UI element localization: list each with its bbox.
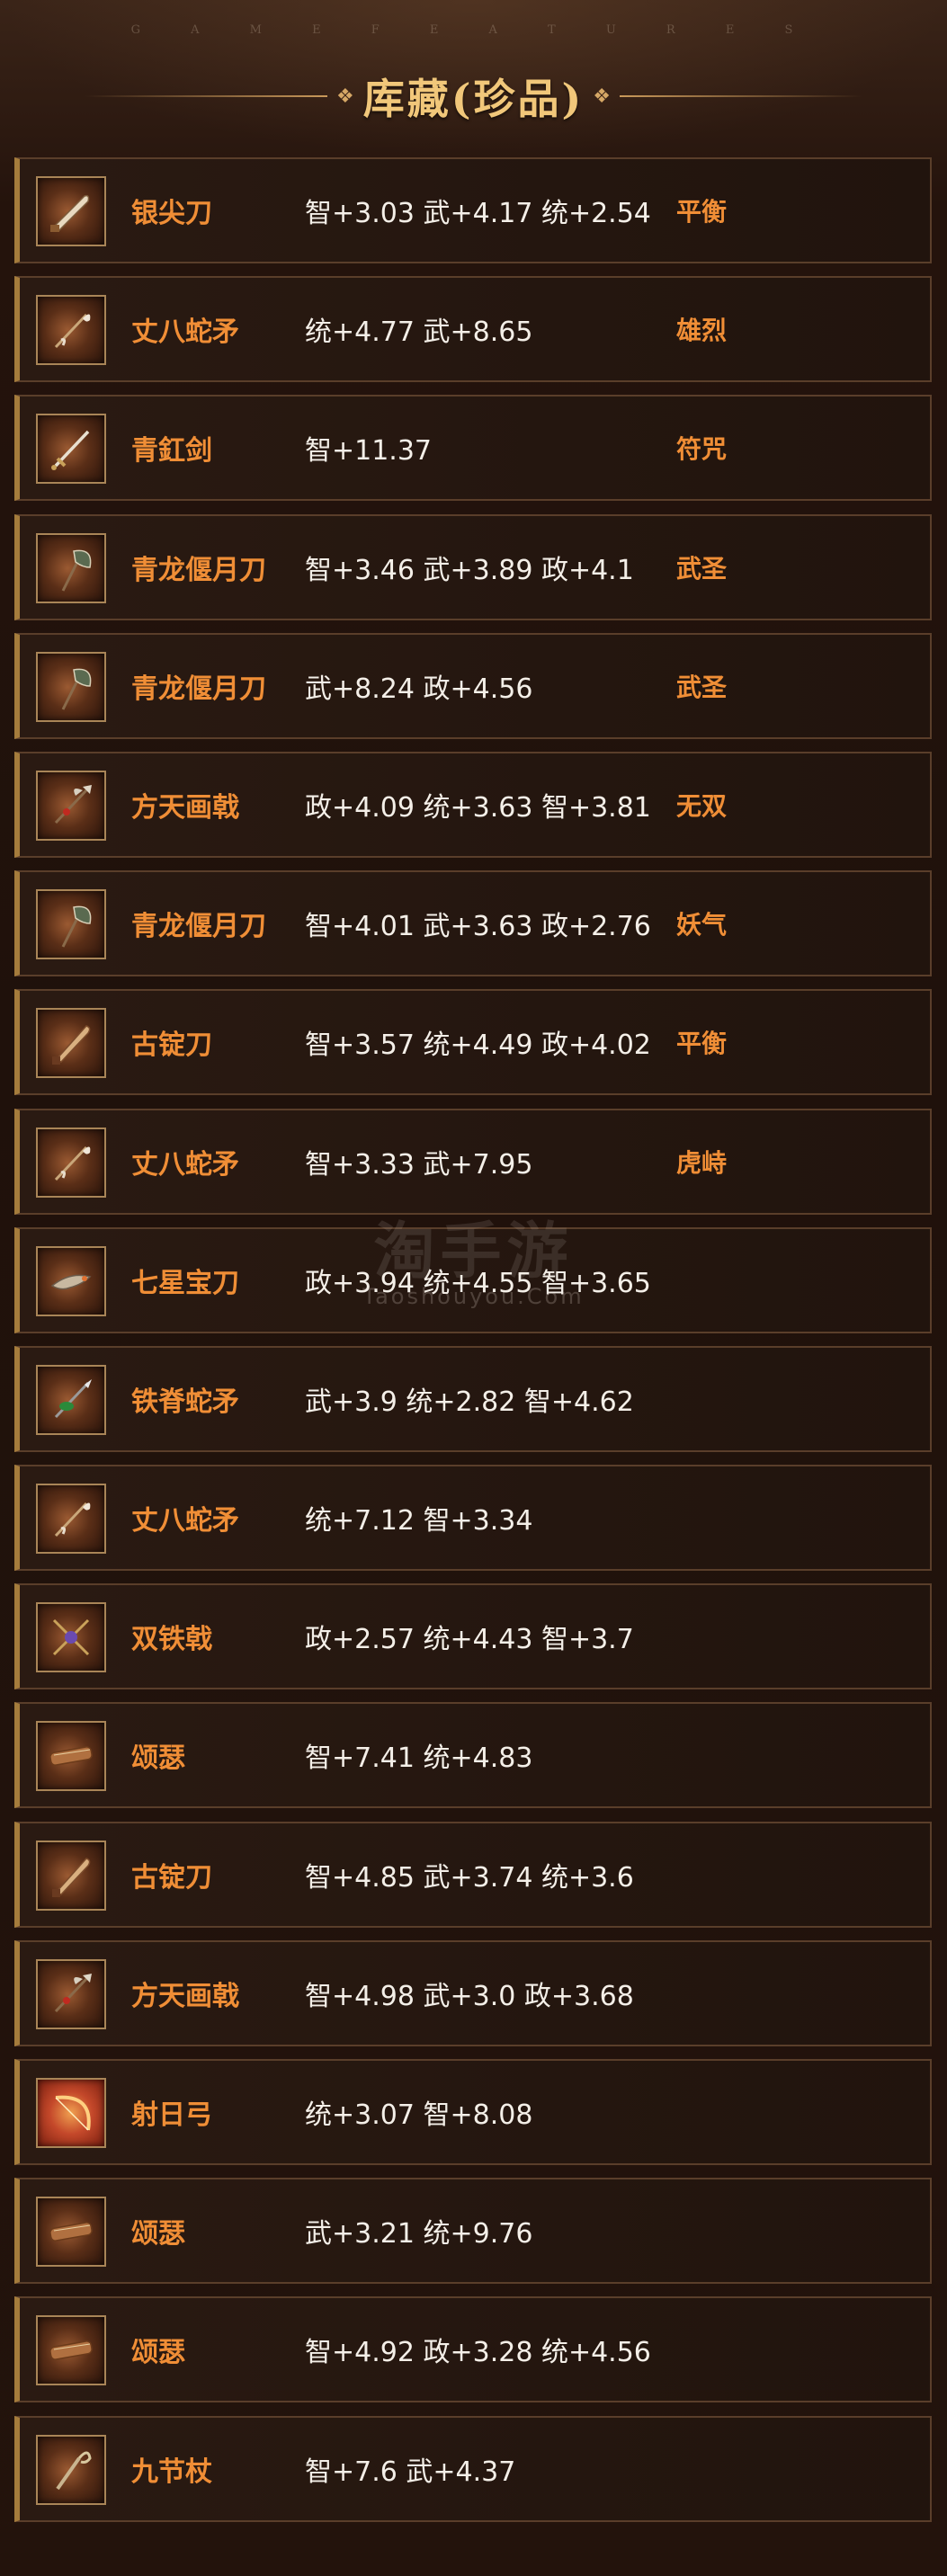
- item-trait: 妖气: [676, 910, 728, 940]
- item-row[interactable]: 射日弓 统+3.07 智+8.08: [14, 2059, 932, 2165]
- item-stats: 智+11.37: [305, 435, 433, 468]
- item-name: 七星宝刀: [131, 1267, 239, 1299]
- twin-halberd-icon: [36, 1602, 106, 1673]
- item-row[interactable]: 丈八蛇矛 统+7.12 智+3.34: [14, 1465, 932, 1572]
- item-trait: 无双: [676, 790, 728, 821]
- item-name: 射日弓: [131, 2099, 212, 2131]
- item-row[interactable]: 古锭刀 智+4.85 武+3.74 统+3.6: [14, 1821, 932, 1928]
- item-row[interactable]: 七星宝刀 政+3.94 统+4.55 智+3.65: [14, 1226, 932, 1333]
- item-trait: 平衡: [676, 1029, 728, 1059]
- blade-icon: [36, 1840, 106, 1911]
- item-trait: 武圣: [676, 553, 728, 584]
- serpent-spear-icon: [36, 1364, 106, 1435]
- sword-icon: [36, 414, 106, 485]
- item-row[interactable]: 银尖刀 智+3.03 武+4.17 统+2.54 平衡: [14, 157, 932, 263]
- glaive-icon: [36, 532, 106, 603]
- glaive-icon: [36, 651, 106, 722]
- item-row[interactable]: 九节杖 智+7.6 武+4.37: [14, 2415, 932, 2522]
- item-list: 银尖刀 智+3.03 武+4.17 统+2.54 平衡 丈八蛇矛 统+4.77 武+8.…: [14, 157, 932, 2535]
- item-row[interactable]: 古锭刀 智+3.57 统+4.49 政+4.02 平衡: [14, 989, 932, 1096]
- item-row[interactable]: 青龙偃月刀 智+3.46 武+3.89 政+4.1 武圣: [14, 513, 932, 620]
- item-row[interactable]: 颂瑟 智+7.41 统+4.83: [14, 1702, 932, 1809]
- item-stats: 统+4.77 武+8.65: [305, 316, 533, 349]
- item-stats: 智+7.41 统+4.83: [305, 1743, 533, 1775]
- item-row[interactable]: 铁脊蛇矛 武+3.9 统+2.82 智+4.62: [14, 1345, 932, 1452]
- item-row[interactable]: 青龙偃月刀 武+8.24 政+4.56 武圣: [14, 632, 932, 739]
- item-name: 双铁戟: [131, 1624, 212, 1656]
- section-header: ❖ 库藏(珍品) ❖: [0, 65, 947, 128]
- spear-icon: [36, 295, 106, 366]
- zither-icon: [36, 1721, 106, 1792]
- saber-icon: [36, 176, 106, 246]
- item-name: 方天画戟: [131, 1980, 239, 2012]
- item-row[interactable]: 方天画戟 政+4.09 统+3.63 智+3.81 无双: [14, 751, 932, 858]
- item-name: 颂瑟: [131, 1743, 185, 1775]
- item-stats: 武+3.21 统+9.76: [305, 2218, 533, 2251]
- ornament-right-icon: ❖: [593, 85, 611, 108]
- item-stats: 智+3.33 武+7.95: [305, 1148, 533, 1181]
- item-stats: 政+3.94 统+4.55 智+3.65: [305, 1267, 651, 1299]
- blade-icon: [36, 1008, 106, 1079]
- item-name: 丈八蛇矛: [131, 1148, 239, 1181]
- item-stats: 武+3.9 统+2.82 智+4.62: [305, 1386, 634, 1418]
- item-name: 银尖刀: [131, 198, 212, 229]
- item-row[interactable]: 青釭剑 智+11.37 符咒: [14, 395, 932, 502]
- item-name: 铁脊蛇矛: [131, 1386, 239, 1418]
- item-name: 青龙偃月刀: [131, 911, 266, 943]
- item-name: 古锭刀: [131, 1030, 212, 1062]
- item-row[interactable]: 方天画戟 智+4.98 武+3.0 政+3.68: [14, 1939, 932, 2046]
- item-trait: 平衡: [676, 197, 728, 227]
- item-name: 方天画戟: [131, 791, 239, 824]
- dragon-blade-icon: [36, 1245, 106, 1316]
- item-name: 青龙偃月刀: [131, 673, 266, 705]
- item-trait: 符咒: [676, 434, 728, 465]
- item-stats: 智+4.01 武+3.63 政+2.76: [305, 911, 651, 943]
- item-name: 青釭剑: [131, 435, 212, 468]
- item-stats: 智+3.03 武+4.17 统+2.54: [305, 198, 651, 229]
- item-stats: 智+4.85 武+3.74 统+3.6: [305, 1861, 634, 1894]
- zither-icon: [36, 2315, 106, 2386]
- item-trait: 武圣: [676, 672, 728, 702]
- item-stats: 智+3.57 统+4.49 政+4.02: [305, 1030, 651, 1062]
- item-name: 丈八蛇矛: [131, 1505, 239, 1538]
- item-stats: 武+8.24 政+4.56: [305, 673, 533, 705]
- item-stats: 智+3.46 武+3.89 政+4.1: [305, 554, 634, 586]
- item-stats: 政+2.57 统+4.43 智+3.7: [305, 1624, 634, 1656]
- item-row[interactable]: 丈八蛇矛 统+4.77 武+8.65 雄烈: [14, 276, 932, 383]
- item-stats: 智+4.98 武+3.0 政+3.68: [305, 1980, 634, 2012]
- item-trait: 雄烈: [676, 316, 728, 346]
- ornament-left-icon: ❖: [336, 85, 354, 108]
- zither-icon: [36, 2197, 106, 2268]
- item-row[interactable]: 青龙偃月刀 智+4.01 武+3.63 政+2.76 妖气: [14, 870, 932, 977]
- item-row[interactable]: 颂瑟 武+3.21 统+9.76: [14, 2178, 932, 2285]
- item-stats: 统+7.12 智+3.34: [305, 1505, 533, 1538]
- header-line-right: [620, 95, 862, 97]
- item-name: 青龙偃月刀: [131, 554, 266, 586]
- item-stats: 政+4.09 统+3.63 智+3.81: [305, 791, 651, 824]
- item-stats: 统+3.07 智+8.08: [305, 2099, 533, 2131]
- item-name: 颂瑟: [131, 2218, 185, 2251]
- page-title: 库藏(珍品): [362, 75, 585, 123]
- staff-icon: [36, 2434, 106, 2505]
- header-line-left: [85, 95, 327, 97]
- spear-icon: [36, 1127, 106, 1198]
- game-features-label: G A M E F E A T U R E S: [130, 23, 817, 37]
- item-name: 颂瑟: [131, 2337, 185, 2369]
- item-row[interactable]: 丈八蛇矛 智+3.33 武+7.95 虎峙: [14, 1108, 932, 1215]
- spear-icon: [36, 1484, 106, 1555]
- halberd-icon: [36, 1958, 106, 2029]
- halberd-icon: [36, 770, 106, 841]
- item-name: 古锭刀: [131, 1861, 212, 1894]
- item-stats: 智+7.6 武+4.37: [305, 2456, 516, 2488]
- item-name: 九节杖: [131, 2456, 212, 2488]
- item-name: 丈八蛇矛: [131, 316, 239, 349]
- item-row[interactable]: 颂瑟 智+4.92 政+3.28 统+4.56: [14, 2296, 932, 2403]
- item-trait: 虎峙: [676, 1147, 728, 1178]
- glaive-icon: [36, 889, 106, 960]
- item-row[interactable]: 双铁戟 政+2.57 统+4.43 智+3.7: [14, 1583, 932, 1690]
- bow-icon: [36, 2078, 106, 2148]
- item-stats: 智+4.92 政+3.28 统+4.56: [305, 2337, 651, 2369]
